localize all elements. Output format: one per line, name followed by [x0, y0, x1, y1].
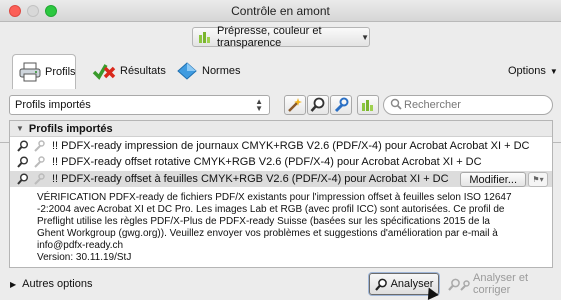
wizard-button[interactable] [284, 95, 306, 115]
wrench-icon [32, 140, 45, 153]
magnifier-icon [374, 278, 388, 291]
magnifier-icon [16, 173, 29, 186]
printer-icon [19, 62, 41, 82]
tab-profiles-label: Profils [45, 66, 76, 78]
profile-name: !! PDFX-ready impression de journaux CMY… [52, 140, 530, 152]
library-button[interactable] [357, 95, 379, 115]
tab-results-label: Résultats [120, 65, 166, 77]
profile-name: !! PDFX-ready offset à feuilles CMYK+RGB… [52, 173, 449, 185]
wrench-icon [333, 97, 349, 113]
list-item-selected[interactable]: !! PDFX-ready offset à feuilles CMYK+RGB… [10, 171, 552, 187]
fixup-button[interactable] [330, 95, 352, 115]
bottom-bar: ▶ Autres options Analyser Analyser et co… [0, 270, 561, 300]
preflight-window: Contrôle en amont Prépresse, couleur et … [0, 0, 561, 300]
flag-icon: ⚑▾ [532, 175, 544, 184]
options-menu[interactable]: Options ▼ [508, 54, 558, 88]
disclosure-closed-icon: ▶ [10, 279, 17, 289]
search-placeholder: Rechercher [404, 99, 461, 111]
profile-version: Version: 30.11.19/StJ [37, 252, 132, 263]
magnifier-icon [16, 140, 29, 153]
magnifier-wrench-icon [448, 278, 470, 291]
profile-filter-dropdown[interactable]: Profils importés ▲ ▼ [9, 95, 270, 115]
bar-chart-icon [361, 99, 375, 111]
window-title: Contrôle en amont [231, 4, 330, 18]
toolbar-tabs: Profils Résultats Normes Options ▼ [0, 54, 561, 143]
category-dropdown[interactable]: Prépresse, couleur et transparence ▼ [192, 25, 370, 49]
analyze-and-fix-label: Analyser et corriger [473, 272, 529, 296]
magnifier-icon [16, 156, 29, 169]
group-header-label: Profils importés [28, 122, 113, 135]
profile-name: !! PDFX-ready offset rotative CMYK+RGB V… [52, 156, 482, 168]
chevron-down-icon: ▼ [549, 66, 558, 76]
description-line: info@pdfx-ready.ch [37, 240, 124, 251]
check-cross-icon [92, 61, 116, 81]
other-options-label: Autres options [22, 278, 93, 290]
search-icon [390, 98, 402, 113]
tab-results[interactable]: Résultats [92, 54, 166, 88]
disclosure-open-icon[interactable]: ▼ [16, 124, 24, 133]
magnifier-icon [310, 97, 326, 113]
modify-button[interactable]: Modifier... [460, 172, 526, 187]
description-line: Preflight utilise les règles PDF/X-Plus … [37, 216, 490, 227]
title-bar: Contrôle en amont [0, 0, 561, 22]
description-line: VÉRIFICATION PDFX-ready de fichiers PDF/… [37, 192, 512, 203]
other-options-toggle[interactable]: ▶ Autres options [10, 278, 92, 290]
bar-chart-icon [199, 31, 212, 43]
flag-menu-button[interactable]: ⚑▾ [528, 172, 548, 187]
tab-profiles[interactable]: Profils [12, 54, 76, 89]
profile-filter-value: Profils importés [15, 99, 91, 111]
chevron-down-icon: ▼ [361, 32, 369, 42]
profile-list: ▼ Profils importés !! PDFX-ready impress… [9, 120, 553, 268]
search-input[interactable]: Rechercher [383, 95, 553, 115]
description-line: -2:2004 avec Acrobat XI et DC Pro. Les i… [37, 204, 505, 215]
magic-wand-icon [287, 97, 303, 113]
list-item[interactable]: !! PDFX-ready offset rotative CMYK+RGB V… [10, 154, 552, 170]
profile-description: VÉRIFICATION PDFX-ready de fichiers PDF/… [37, 192, 542, 264]
options-label: Options [508, 65, 546, 77]
category-dropdown-label: Prépresse, couleur et transparence [217, 25, 322, 49]
wrench-icon [32, 156, 45, 169]
analyze-and-fix-button[interactable]: Analyser et corriger [444, 272, 556, 296]
tab-norms[interactable]: Normes [176, 54, 241, 88]
wrench-icon [32, 173, 45, 186]
find-profile-button[interactable] [307, 95, 329, 115]
list-item[interactable]: !! PDFX-ready impression de journaux CMY… [10, 138, 552, 154]
group-header[interactable]: ▼ Profils importés [10, 121, 552, 137]
chevron-updown-icon: ▲ ▼ [255, 97, 263, 113]
diamond-icon [176, 61, 198, 81]
tab-norms-label: Normes [202, 65, 241, 77]
description-line: Ghent Workgroup (gwg.org)). Veuillez env… [37, 228, 498, 239]
